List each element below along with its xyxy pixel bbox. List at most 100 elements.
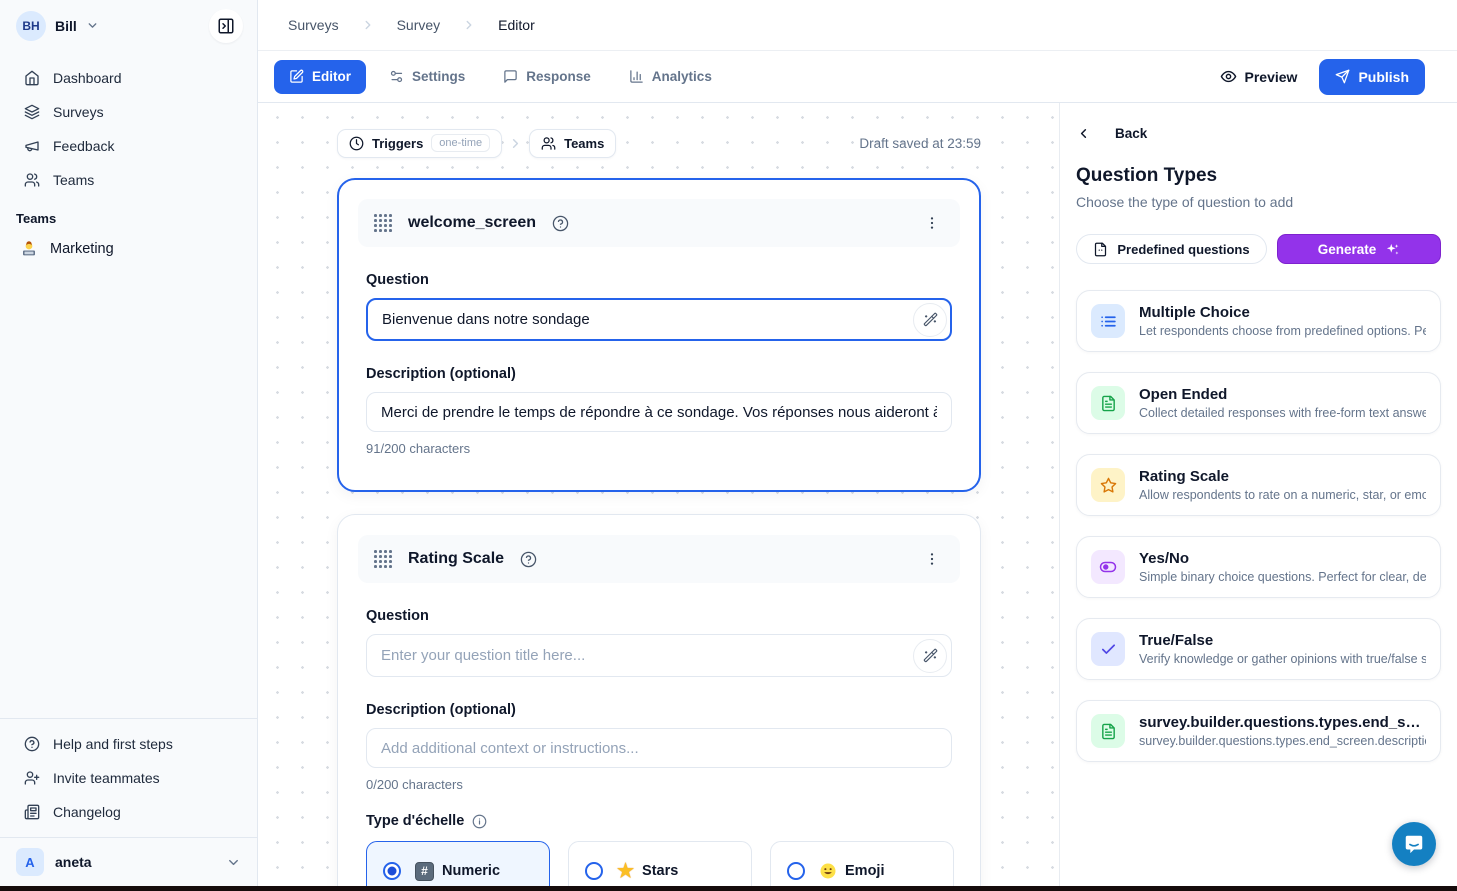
sidebar: BH Bill Dashboard Surveys Feedback	[0, 0, 258, 886]
panel-subtitle: Choose the type of question to add	[1076, 194, 1441, 210]
app-root: BH Bill Dashboard Surveys Feedback	[0, 0, 1457, 891]
sidebar-item-feedback[interactable]: Feedback	[0, 129, 257, 163]
workspace-row: BH Bill	[0, 0, 257, 51]
triggers-frequency-badge: one-time	[431, 134, 490, 152]
toggle-icon	[1091, 550, 1125, 584]
question-input[interactable]	[366, 298, 952, 341]
description-label: Description (optional)	[366, 702, 952, 718]
chat-bubble-icon	[1403, 833, 1425, 855]
card-menu-button[interactable]	[920, 547, 944, 571]
document-icon	[1091, 714, 1125, 748]
drag-handle-icon[interactable]	[374, 550, 392, 568]
ai-rewrite-button[interactable]	[913, 303, 947, 337]
sidebar-item-label: Feedback	[53, 138, 114, 154]
scale-option-numeric[interactable]: # Numeric	[366, 841, 550, 891]
account-switcher[interactable]: A aneta	[0, 838, 257, 886]
tab-analytics[interactable]: Analytics	[614, 60, 727, 94]
rating-scale-card[interactable]: Rating Scale Question Description (optio…	[337, 514, 981, 891]
card-menu-button[interactable]	[920, 211, 944, 235]
collapse-sidebar-button[interactable]	[209, 9, 243, 43]
question-type-multiple-choice[interactable]: Multiple Choice Let respondents choose f…	[1076, 290, 1441, 352]
scale-option-label: Stars	[642, 863, 678, 879]
check-icon	[1091, 632, 1125, 666]
question-type-rating-scale[interactable]: Rating Scale Allow respondents to rate o…	[1076, 454, 1441, 516]
char-count: 0/200 characters	[366, 777, 952, 792]
ai-rewrite-button[interactable]	[913, 639, 947, 673]
publish-label: Publish	[1358, 69, 1409, 85]
teams-chip[interactable]: Teams	[529, 129, 616, 158]
person-technologist-emoji	[20, 240, 38, 258]
question-type-description: survey.builder.questions.types.end_scree…	[1139, 734, 1426, 748]
rating-card-header: Rating Scale	[358, 535, 960, 583]
document-icon	[1091, 386, 1125, 420]
question-input[interactable]	[366, 634, 952, 677]
teams-section-label: Teams	[0, 197, 257, 232]
welcome-card-header: welcome_screen	[358, 199, 960, 247]
question-type-open-ended[interactable]: Open Ended Collect detailed responses wi…	[1076, 372, 1441, 434]
sidebar-item-changelog[interactable]: Changelog	[0, 795, 257, 829]
sidebar-item-marketing[interactable]: Marketing	[0, 232, 257, 266]
tab-editor[interactable]: Editor	[274, 60, 366, 94]
question-type-end-screen[interactable]: survey.builder.questions.types.end_scr..…	[1076, 700, 1441, 762]
tab-settings[interactable]: Settings	[374, 60, 480, 94]
question-type-title: Yes/No	[1139, 550, 1426, 567]
help-circle-icon	[24, 736, 40, 752]
users-icon	[541, 136, 556, 151]
editor-tabbar: Editor Settings Response Analytics Previ…	[258, 51, 1457, 103]
sidebar-item-label: Invite teammates	[53, 770, 160, 786]
question-type-description: Simple binary choice questions. Perfect …	[1139, 570, 1426, 584]
help-circle-icon[interactable]	[552, 215, 569, 232]
hash-keycap-icon: #	[415, 862, 434, 881]
question-type-yes-no[interactable]: Yes/No Simple binary choice questions. P…	[1076, 536, 1441, 598]
breadcrumb-survey[interactable]: Survey	[397, 17, 441, 33]
tab-label: Editor	[312, 69, 351, 84]
pencil-square-icon	[289, 69, 304, 84]
question-types-panel: Back Question Types Choose the type of q…	[1059, 103, 1457, 891]
scale-type-options: # Numeric ★ Stars	[366, 841, 952, 891]
tab-label: Settings	[412, 69, 465, 84]
sidebar-footer: Help and first steps Invite teammates Ch…	[0, 718, 257, 886]
scale-option-stars[interactable]: ★ Stars	[568, 841, 752, 891]
question-type-description: Collect detailed responses with free-for…	[1139, 406, 1426, 420]
back-button[interactable]: Back	[1076, 126, 1441, 141]
tab-response[interactable]: Response	[488, 60, 606, 94]
support-chat-button[interactable]	[1392, 822, 1436, 866]
screen-bottom-edge	[0, 886, 1457, 891]
file-icon	[1093, 242, 1108, 257]
draft-status: Draft saved at 23:59	[859, 136, 981, 151]
send-icon	[1335, 69, 1350, 84]
workspace-switcher[interactable]: BH Bill	[16, 11, 99, 41]
scale-option-emoji[interactable]: Emoji	[770, 841, 954, 891]
sidebar-item-help[interactable]: Help and first steps	[0, 727, 257, 761]
panel-title: Question Types	[1076, 165, 1441, 187]
question-type-title: Open Ended	[1139, 386, 1426, 403]
preview-button[interactable]: Preview	[1220, 68, 1298, 85]
description-input[interactable]	[366, 728, 952, 768]
card-title: Rating Scale	[408, 550, 504, 568]
sidebar-item-dashboard[interactable]: Dashboard	[0, 61, 257, 95]
question-type-true-false[interactable]: True/False Verify knowledge or gather op…	[1076, 618, 1441, 680]
scale-option-label: Numeric	[442, 863, 500, 879]
breadcrumb-editor[interactable]: Editor	[498, 17, 535, 33]
survey-canvas: Triggers one-time Teams Draft saved at 2…	[259, 103, 1059, 891]
triggers-chip[interactable]: Triggers one-time	[337, 129, 502, 158]
help-circle-icon[interactable]	[520, 551, 537, 568]
tab-label: Response	[526, 69, 591, 84]
sidebar-item-label: Surveys	[53, 104, 104, 120]
scale-option-label: Emoji	[845, 863, 884, 879]
generate-button[interactable]: Generate	[1277, 234, 1441, 264]
sidebar-item-surveys[interactable]: Surveys	[0, 95, 257, 129]
publish-button[interactable]: Publish	[1319, 59, 1425, 95]
chevron-right-icon	[361, 18, 375, 32]
teams-chip-label: Teams	[564, 136, 604, 151]
breadcrumb-surveys[interactable]: Surveys	[288, 17, 339, 33]
drag-handle-icon[interactable]	[374, 214, 392, 232]
sidebar-item-teams[interactable]: Teams	[0, 163, 257, 197]
sidebar-item-invite[interactable]: Invite teammates	[0, 761, 257, 795]
info-icon[interactable]	[472, 814, 487, 829]
sidebar-item-label: Help and first steps	[53, 736, 173, 752]
welcome-screen-card[interactable]: welcome_screen Question Description (opt…	[337, 178, 981, 492]
radio-selected-icon	[383, 862, 401, 880]
description-input[interactable]	[366, 392, 952, 432]
predefined-questions-button[interactable]: Predefined questions	[1076, 234, 1267, 264]
